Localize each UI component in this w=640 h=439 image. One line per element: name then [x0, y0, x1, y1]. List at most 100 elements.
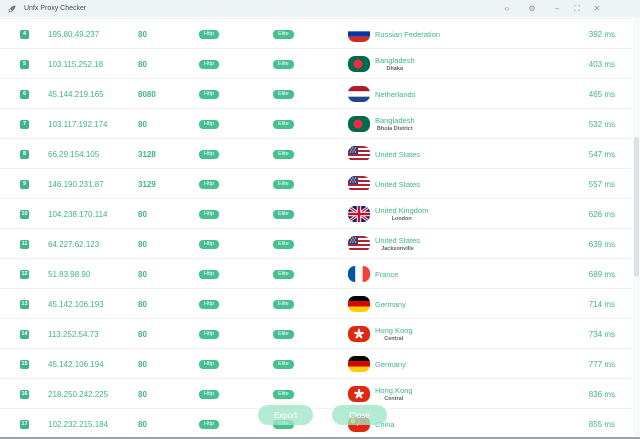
port: 80: [138, 329, 147, 339]
country-name: United States: [375, 179, 421, 189]
anonymity-badge: Elite: [273, 149, 294, 159]
city-name: Jacksonville: [381, 245, 414, 252]
table-row[interactable]: 13 45.142.106.193 80 Http Elite Germany 714 ms: [0, 289, 632, 319]
anonymity-badge: Elite: [273, 329, 294, 339]
row-number-badge: 10: [20, 209, 29, 219]
row-number-cell: 11: [20, 229, 29, 259]
scrollbar[interactable]: [633, 17, 640, 439]
port: 80: [138, 119, 147, 129]
gear-icon[interactable]: ⚙: [525, 2, 539, 15]
row-number-cell: 13: [20, 289, 29, 319]
protocol-badge: Http: [199, 359, 220, 369]
protocol-cell: Http: [199, 229, 220, 259]
close-icon[interactable]: ✕: [590, 2, 604, 15]
ping-time: 777 ms: [588, 359, 615, 369]
port: 80: [138, 389, 147, 399]
usa-flag-icon: [348, 169, 370, 199]
scrollbar-thumb[interactable]: [634, 137, 639, 277]
country-name: United States: [375, 149, 421, 159]
protocol-cell: Http: [199, 289, 220, 319]
protocol-badge: Http: [199, 209, 220, 219]
russia-flag-icon: [348, 19, 370, 49]
location-cell: Bangladesh Dhaka: [375, 49, 415, 79]
ping-time: 836 ms: [588, 389, 615, 399]
row-number-badge: 15: [20, 359, 29, 369]
table-row[interactable]: 8 66.29.154.105 3128 Http Elite United States…: [0, 139, 632, 169]
minimize-icon[interactable]: –: [550, 2, 564, 15]
country-name: Hong Kong: [375, 325, 413, 335]
protocol-badge: Http: [199, 329, 220, 339]
protocol-badge: Http: [199, 419, 220, 429]
table-row[interactable]: 15 45.142.106.194 80 Http Elite Germany 777 ms: [0, 349, 632, 379]
row-number-cell: 8: [20, 139, 29, 169]
location-cell: United States: [375, 139, 420, 169]
row-number-cell: 4: [20, 19, 29, 49]
netherlands-flag-icon: [348, 79, 370, 109]
row-number-badge: 5: [20, 59, 29, 69]
protocol-cell: Http: [199, 169, 220, 199]
country-name: Bangladesh: [375, 115, 415, 125]
title-bar[interactable]: Unfx Proxy Checker ‹› ⚙ – ⛶ ✕: [0, 0, 640, 17]
anonymity-cell: Elite: [273, 169, 294, 199]
anonymity-badge: Elite: [273, 89, 294, 99]
protocol-badge: Http: [199, 299, 220, 309]
table-row[interactable]: 6 45.144.219.165 8080 Http Elite Netherlands 4…: [0, 79, 632, 109]
rocket-icon: [6, 3, 18, 15]
row-number-badge: 6: [20, 89, 29, 99]
country-name: France: [375, 269, 399, 279]
city-name: Dhaka: [386, 65, 404, 72]
port: 80: [138, 59, 147, 69]
port: 80: [138, 29, 147, 39]
bangladesh-flag-icon: [348, 109, 370, 139]
country-name: United States: [375, 235, 421, 245]
action-bar: Export Close: [255, 405, 390, 427]
code-icon[interactable]: ‹›: [500, 2, 514, 15]
location-cell: Germany: [375, 289, 406, 319]
row-number-cell: 16: [20, 379, 29, 409]
table-row[interactable]: 14 113.252.54.73 80 Http Elite Hong Kong Centr…: [0, 319, 632, 349]
protocol-badge: Http: [199, 59, 220, 69]
protocol-badge: Http: [199, 389, 220, 399]
location-cell: France: [375, 259, 398, 289]
row-number-cell: 12: [20, 259, 29, 289]
location-cell: United States Jacksonville: [375, 229, 420, 259]
protocol-cell: Http: [199, 409, 220, 439]
ip-address: 195.80.49.237: [48, 29, 100, 39]
ping-time: 714 ms: [588, 299, 615, 309]
row-number-cell: 6: [20, 79, 29, 109]
table-row[interactable]: 11 64.227.62.123 80 Http Elite United States J…: [0, 229, 632, 259]
protocol-cell: Http: [199, 199, 220, 229]
country-name: Netherlands: [375, 89, 416, 99]
anonymity-cell: Elite: [273, 349, 294, 379]
country-name: United Kingdom: [375, 205, 429, 215]
protocol-cell: Http: [199, 139, 220, 169]
maximize-icon[interactable]: ⛶: [570, 2, 584, 15]
table-row[interactable]: 12 51.83.98.90 80 Http Elite France 689 ms: [0, 259, 632, 289]
row-number-cell: 14: [20, 319, 29, 349]
table-row[interactable]: 7 103.117.192.174 80 Http Elite Bangladesh Bho…: [0, 109, 632, 139]
table-row[interactable]: 4 195.80.49.237 80 Http Elite Russian Federat…: [0, 19, 632, 49]
ip-address: 66.29.154.105: [48, 149, 100, 159]
anonymity-cell: Elite: [273, 19, 294, 49]
table-row[interactable]: 10 104.238.170.114 80 Http Elite United Kingd…: [0, 199, 632, 229]
protocol-cell: Http: [199, 349, 220, 379]
row-number-badge: 4: [20, 29, 29, 39]
close-button[interactable]: Close: [332, 405, 387, 425]
city-name: Central: [384, 335, 404, 342]
protocol-cell: Http: [199, 259, 220, 289]
table-row[interactable]: 5 103.115.252.18 80 Http Elite Bangladesh Dhak…: [0, 49, 632, 79]
export-button[interactable]: Export: [258, 405, 313, 425]
row-number-cell: 9: [20, 169, 29, 199]
port: 80: [138, 419, 147, 429]
port: 80: [138, 209, 147, 219]
ip-address: 113.252.54.73: [48, 329, 99, 339]
country-name: Hong Kong: [375, 385, 413, 395]
anonymity-badge: Elite: [273, 359, 294, 369]
ping-time: 532 ms: [588, 119, 615, 129]
window-title: Unfx Proxy Checker: [24, 5, 87, 12]
usa-flag-icon: [348, 139, 370, 169]
anonymity-cell: Elite: [273, 199, 294, 229]
row-number-cell: 15: [20, 349, 29, 379]
table-row[interactable]: 9 146.190.231.87 3129 Http Elite United State…: [0, 169, 632, 199]
port: 80: [138, 269, 147, 279]
